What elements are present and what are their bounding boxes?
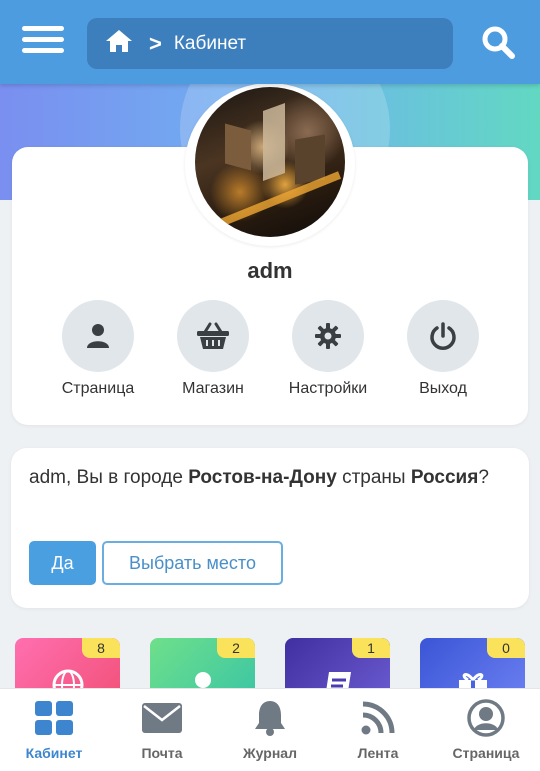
nav-cabinet[interactable]: Кабинет xyxy=(0,689,108,771)
username: adm xyxy=(247,258,293,283)
nav-label: Кабинет xyxy=(25,745,83,761)
choose-place-button[interactable]: Выбрать место xyxy=(102,541,283,585)
bottom-navigation: Кабинет Почта Журнал Лента Страница xyxy=(0,688,540,771)
nav-label: Лента xyxy=(357,745,399,761)
page-button[interactable]: Страница xyxy=(40,300,156,398)
user-icon xyxy=(62,300,134,372)
avatar[interactable] xyxy=(185,83,355,246)
tile-badge: 1 xyxy=(352,638,390,658)
search-icon[interactable] xyxy=(480,24,516,60)
mail-icon xyxy=(142,699,182,737)
tile-badge: 0 xyxy=(487,638,525,658)
user-circle-icon xyxy=(466,699,506,737)
breadcrumb: > Кабинет xyxy=(87,18,453,69)
grid-icon xyxy=(34,699,74,737)
nav-label: Страница xyxy=(452,745,520,761)
top-bar: > Кабинет xyxy=(0,0,540,84)
nav-feed[interactable]: Лента xyxy=(324,689,432,771)
nav-label: Журнал xyxy=(243,745,297,761)
tile-badge: 2 xyxy=(217,638,255,658)
city-prompt-card: adm, Вы в городе Ростов-на-Дону страны Р… xyxy=(11,448,529,608)
settings-label: Настройки xyxy=(288,380,368,397)
shop-button[interactable]: Магазин xyxy=(155,300,271,398)
confirm-city-button[interactable]: Да xyxy=(29,541,96,585)
home-icon[interactable] xyxy=(105,29,133,58)
rss-icon xyxy=(358,699,398,737)
nav-page[interactable]: Страница xyxy=(432,689,540,771)
country-name: Россия xyxy=(410,467,479,488)
page-label: Страница xyxy=(61,380,135,397)
nav-label: Почта xyxy=(141,745,183,761)
avatar-image xyxy=(195,87,345,237)
city-name: Ростов-на-Дону xyxy=(188,467,337,488)
settings-button[interactable]: Настройки xyxy=(270,300,386,398)
gear-icon xyxy=(292,300,364,372)
bell-icon xyxy=(250,699,290,737)
profile-actions: Страница Магазин Настройки Выход xyxy=(40,300,500,400)
menu-icon[interactable] xyxy=(22,26,64,58)
basket-icon xyxy=(177,300,249,372)
tile-badge: 8 xyxy=(82,638,120,658)
logout-button[interactable]: Выход xyxy=(385,300,501,398)
nav-journal[interactable]: Журнал xyxy=(216,689,324,771)
breadcrumb-title: Кабинет xyxy=(173,32,247,54)
breadcrumb-separator: > xyxy=(149,30,162,56)
city-prompt-text: adm, Вы в городе Ростов-на-Дону страны Р… xyxy=(29,467,489,488)
power-icon xyxy=(407,300,479,372)
shop-label: Магазин xyxy=(182,380,244,397)
logout-label: Выход xyxy=(419,380,467,397)
nav-mail[interactable]: Почта xyxy=(108,689,216,771)
